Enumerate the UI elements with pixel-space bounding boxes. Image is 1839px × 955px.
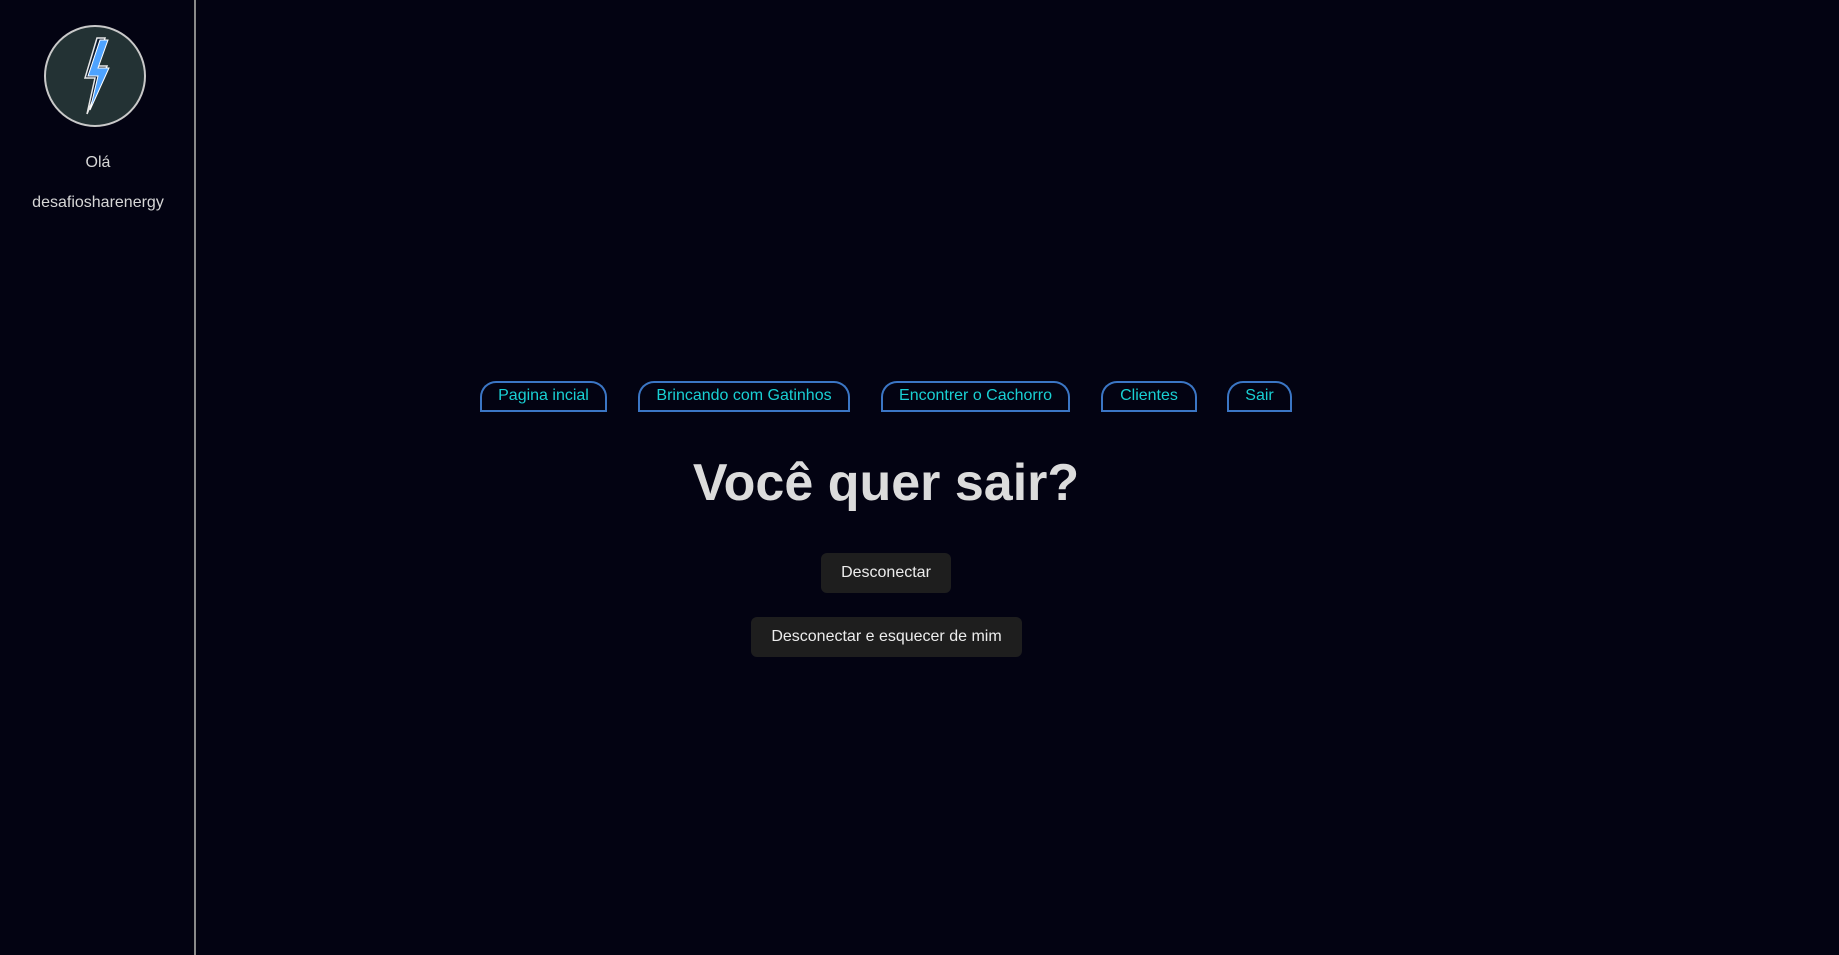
nav-tab-dog[interactable]: Encontrer o Cachorro (881, 381, 1070, 412)
nav-tab-cats[interactable]: Brincando com Gatinhos (638, 381, 850, 412)
nav-tab-logout[interactable]: Sair (1227, 381, 1292, 412)
logout-forget-button[interactable]: Desconectar e esquecer de mim (751, 617, 1022, 657)
nav-tab-home[interactable]: Pagina incial (480, 381, 607, 412)
lightning-bolt-icon (83, 37, 110, 115)
logout-button[interactable]: Desconectar (821, 553, 951, 593)
nav-tab-clients[interactable]: Clientes (1101, 381, 1197, 412)
username-text: desafiosharenergy (32, 194, 164, 211)
main-nav: Pagina incial Brincando com Gatinhos Enc… (0, 381, 1839, 412)
greeting-text: Olá (85, 154, 111, 171)
avatar[interactable] (44, 25, 146, 127)
page-title: Você quer sair? (692, 454, 1080, 512)
